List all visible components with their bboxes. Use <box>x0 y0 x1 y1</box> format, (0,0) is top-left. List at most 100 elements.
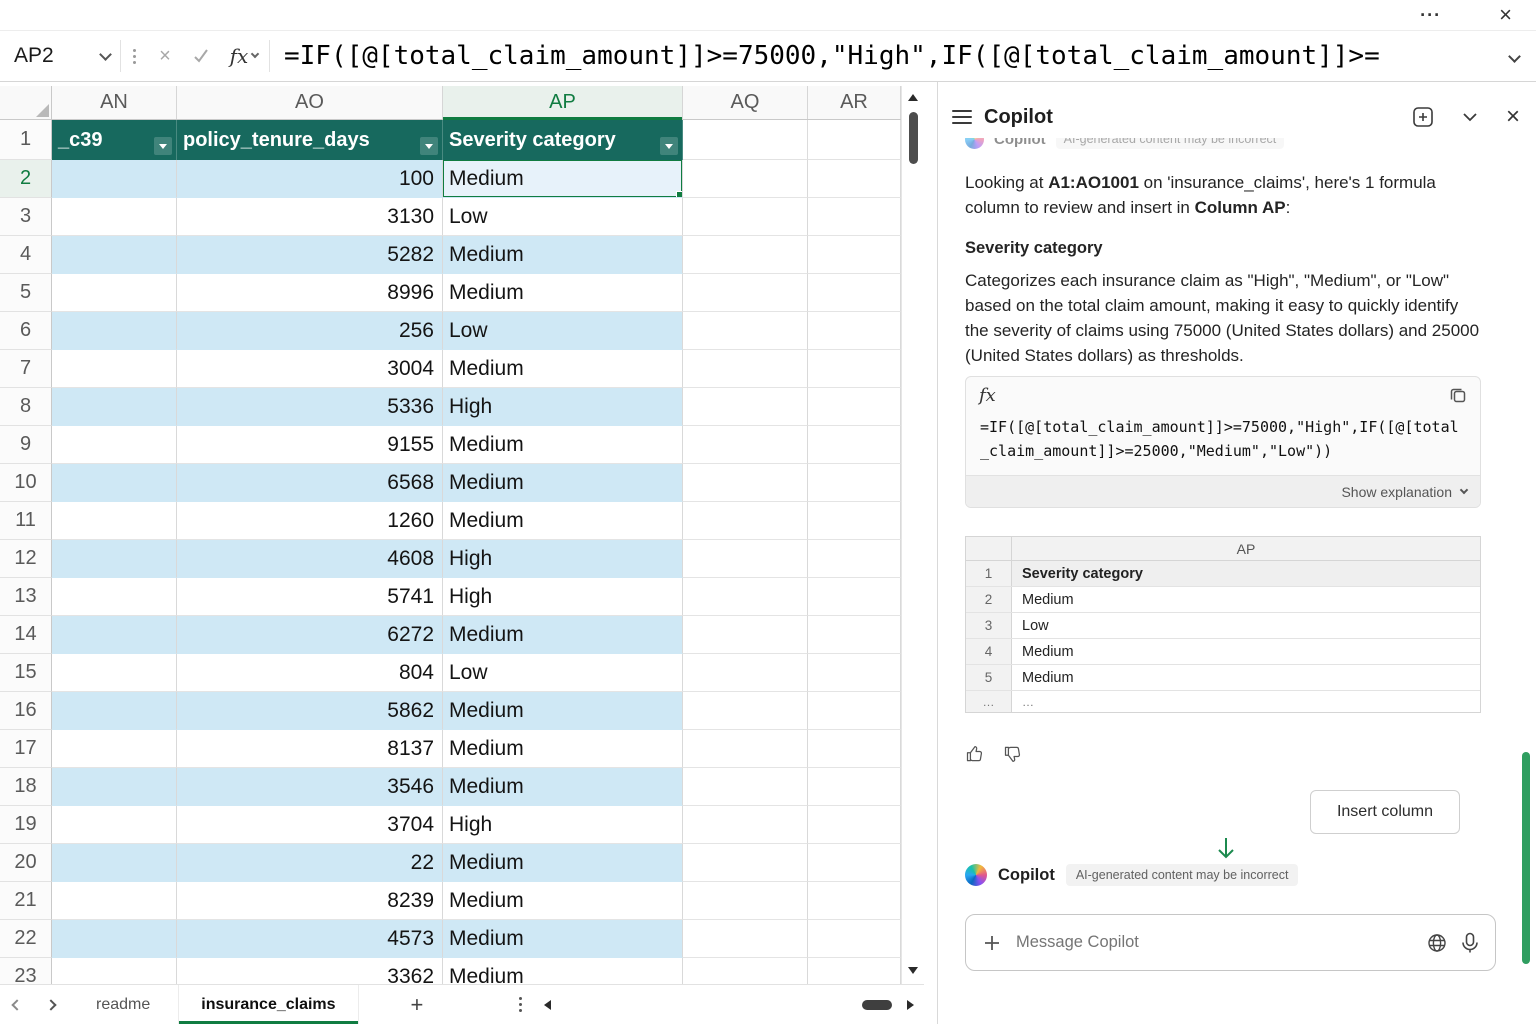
formula-text[interactable]: =IF([@[total_claim_amount]]>=75000,"High… <box>966 413 1480 475</box>
jump-to-latest-button[interactable] <box>938 836 1514 860</box>
cell-aq[interactable] <box>683 350 808 388</box>
cell-tenure[interactable]: 1260 <box>177 502 443 540</box>
cell-aq[interactable] <box>683 540 808 578</box>
cancel-entry-button[interactable]: × <box>147 31 183 81</box>
cell-aq[interactable] <box>683 920 808 958</box>
cell-severity[interactable]: Medium <box>443 274 683 312</box>
cell-ar[interactable] <box>808 274 901 312</box>
cell-ar[interactable] <box>808 426 901 464</box>
copy-icon[interactable] <box>1449 386 1467 404</box>
cell-tenure[interactable]: 5336 <box>177 388 443 426</box>
cell-aq[interactable] <box>683 502 808 540</box>
cell-tenure[interactable]: 5282 <box>177 236 443 274</box>
cell-ar[interactable] <box>808 844 901 882</box>
row-number[interactable]: 19 <box>0 806 52 844</box>
scroll-up-icon[interactable] <box>908 94 918 101</box>
cell-an[interactable] <box>52 350 177 388</box>
column-header-ao[interactable]: AO <box>177 86 443 119</box>
cell-an[interactable] <box>52 274 177 312</box>
cell-aq[interactable] <box>683 768 808 806</box>
cell-an[interactable] <box>52 692 177 730</box>
cell-severity[interactable]: Medium <box>443 426 683 464</box>
cell-aq[interactable] <box>683 730 808 768</box>
cell-aq[interactable] <box>683 198 808 236</box>
cell-an[interactable] <box>52 844 177 882</box>
cell-ar[interactable] <box>808 958 901 984</box>
cell-severity[interactable]: Medium <box>443 350 683 388</box>
cell-ar[interactable] <box>808 616 901 654</box>
row-number[interactable]: 17 <box>0 730 52 768</box>
chevron-down-icon[interactable] <box>99 48 112 61</box>
cell-ar[interactable] <box>808 312 901 350</box>
cell-tenure[interactable]: 4573 <box>177 920 443 958</box>
cell-severity[interactable]: Medium <box>443 616 683 654</box>
cell-tenure[interactable]: 3704 <box>177 806 443 844</box>
table-header-ao[interactable]: policy_tenure_days <box>177 120 443 160</box>
row-number[interactable]: 4 <box>0 236 52 274</box>
hamburger-menu-icon[interactable] <box>952 109 972 125</box>
column-header-ap[interactable]: AP <box>443 86 683 119</box>
cell-tenure[interactable]: 3130 <box>177 198 443 236</box>
cell-severity[interactable]: Medium <box>443 882 683 920</box>
cell-aq[interactable] <box>683 312 808 350</box>
scroll-down-icon[interactable] <box>908 967 918 974</box>
window-more-icon[interactable]: ··· <box>1420 5 1441 26</box>
globe-icon[interactable] <box>1427 933 1447 953</box>
sheet-tab-insurance-claims[interactable]: insurance_claims <box>178 985 358 1024</box>
filter-icon[interactable] <box>660 137 678 155</box>
show-explanation-button[interactable]: Show explanation <box>966 475 1480 507</box>
cell-an[interactable] <box>52 958 177 984</box>
next-sheet-button[interactable] <box>34 1001 68 1009</box>
cell-an[interactable] <box>52 198 177 236</box>
cell-ar[interactable] <box>808 464 901 502</box>
cell-an[interactable] <box>52 920 177 958</box>
cell-tenure[interactable]: 9155 <box>177 426 443 464</box>
cell-an[interactable] <box>52 312 177 350</box>
scroll-right-icon[interactable] <box>907 1000 914 1010</box>
row-number[interactable]: 8 <box>0 388 52 426</box>
cell-severity[interactable]: High <box>443 578 683 616</box>
insert-function-button[interactable]: fx <box>219 31 269 81</box>
cell-severity[interactable]: High <box>443 540 683 578</box>
cell-ar[interactable] <box>808 350 901 388</box>
cell-aq[interactable] <box>683 882 808 920</box>
table-header-ap[interactable]: Severity category <box>443 120 683 160</box>
cell-ar[interactable] <box>808 730 901 768</box>
cell-severity[interactable]: Medium <box>443 730 683 768</box>
cell-severity[interactable]: Medium <box>443 768 683 806</box>
cell-aq[interactable] <box>683 464 808 502</box>
new-chat-icon[interactable] <box>1412 106 1434 128</box>
cell-ar[interactable] <box>808 806 901 844</box>
microphone-icon[interactable] <box>1461 932 1479 954</box>
row-number[interactable]: 14 <box>0 616 52 654</box>
row-number[interactable]: 22 <box>0 920 52 958</box>
cell-aq[interactable] <box>683 578 808 616</box>
cell-aq[interactable] <box>683 692 808 730</box>
cell-an[interactable] <box>52 426 177 464</box>
sheet-options-icon[interactable] <box>519 997 522 1012</box>
cell-ar[interactable] <box>808 882 901 920</box>
cell-ar[interactable] <box>808 578 901 616</box>
cell-ar[interactable] <box>808 388 901 426</box>
horizontal-scrollbar-thumb[interactable] <box>862 1000 892 1010</box>
cell-severity[interactable]: Low <box>443 654 683 692</box>
cell-aq[interactable] <box>683 844 808 882</box>
cell-aq[interactable] <box>683 160 808 198</box>
expand-formula-bar-button[interactable] <box>1492 31 1536 81</box>
prev-sheet-button[interactable] <box>0 1001 34 1009</box>
cell-severity[interactable]: Medium <box>443 920 683 958</box>
cell-tenure[interactable]: 3362 <box>177 958 443 984</box>
cell-ar[interactable] <box>808 502 901 540</box>
close-panel-icon[interactable]: × <box>1506 105 1520 129</box>
message-input[interactable] <box>1016 933 1413 952</box>
cell-severity[interactable]: Medium <box>443 844 683 882</box>
cell-severity[interactable]: Medium <box>443 160 683 198</box>
cell-aq[interactable] <box>683 236 808 274</box>
cell-ar[interactable] <box>808 236 901 274</box>
cell-an[interactable] <box>52 160 177 198</box>
row-number[interactable]: 16 <box>0 692 52 730</box>
cell-ar[interactable] <box>808 692 901 730</box>
cell-tenure[interactable]: 6568 <box>177 464 443 502</box>
row-number[interactable]: 13 <box>0 578 52 616</box>
formula-input[interactable]: =IF([@[total_claim_amount]]>=75000,"High… <box>270 31 1492 81</box>
